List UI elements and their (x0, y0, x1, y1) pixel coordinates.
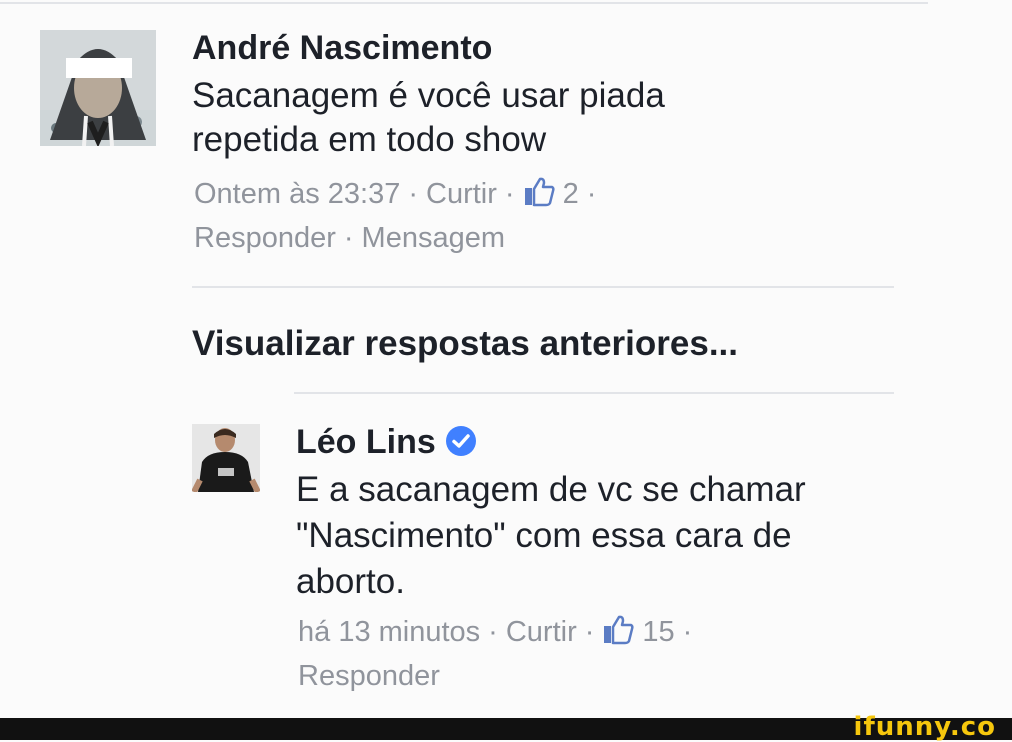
like-link[interactable]: Curtir (506, 612, 577, 652)
separator: · (488, 616, 498, 648)
reply-link[interactable]: Responder (298, 656, 440, 696)
separator: · (408, 178, 419, 210)
comment-timestamp[interactable]: Ontem às 23:37 (194, 174, 400, 214)
verified-badge-icon (445, 426, 476, 456)
comment-text-line: E a sacanagem de vc se chamar (296, 470, 806, 509)
message-link[interactable]: Mensagem (362, 218, 505, 258)
thumbs-up-icon[interactable] (602, 613, 634, 645)
comment-author[interactable]: Léo Lins (296, 423, 436, 461)
avatar-image (40, 30, 156, 146)
top-divider (0, 2, 928, 4)
like-count: 2 (562, 178, 579, 210)
watermark-bar: ifunny.co (0, 712, 1012, 742)
avatar[interactable] (192, 424, 260, 492)
comment-actions: Responder · Mensagem (194, 218, 505, 258)
separator: · (504, 178, 515, 210)
comment-timestamp[interactable]: há 13 minutos (298, 612, 480, 652)
divider (192, 286, 894, 288)
ifunny-watermark: ifunny.co (853, 712, 996, 742)
comment-author[interactable]: André Nascimento (192, 28, 492, 68)
comment-text-line: repetida em todo show (192, 120, 547, 159)
separator: · (682, 616, 693, 648)
comment-text-line: aborto. (296, 562, 405, 601)
separator: · (343, 222, 354, 254)
censor-bar (66, 58, 132, 78)
thumbs-up-icon[interactable] (523, 175, 555, 207)
view-previous-replies-link[interactable]: Visualizar respostas anteriores... (192, 322, 738, 366)
comment-meta: Ontem às 23:37 · Curtir · 2 · (194, 174, 604, 214)
reply-link[interactable]: Responder (194, 218, 336, 258)
comment-text-line: "Nascimento" com essa cara de (296, 516, 792, 555)
separator: · (586, 178, 597, 210)
comment-meta: há 13 minutos · Curtir · 15 · (298, 612, 700, 652)
like-link[interactable]: Curtir (426, 174, 497, 214)
separator: · (584, 616, 595, 648)
divider (294, 392, 894, 394)
avatar[interactable] (40, 30, 156, 146)
comment-text-line: Sacanagem é você usar piada (192, 76, 665, 115)
avatar-image (192, 424, 260, 492)
comment-actions: Responder (298, 656, 440, 696)
reply-author-row: Léo Lins (296, 422, 476, 462)
like-count: 15 (642, 616, 675, 648)
